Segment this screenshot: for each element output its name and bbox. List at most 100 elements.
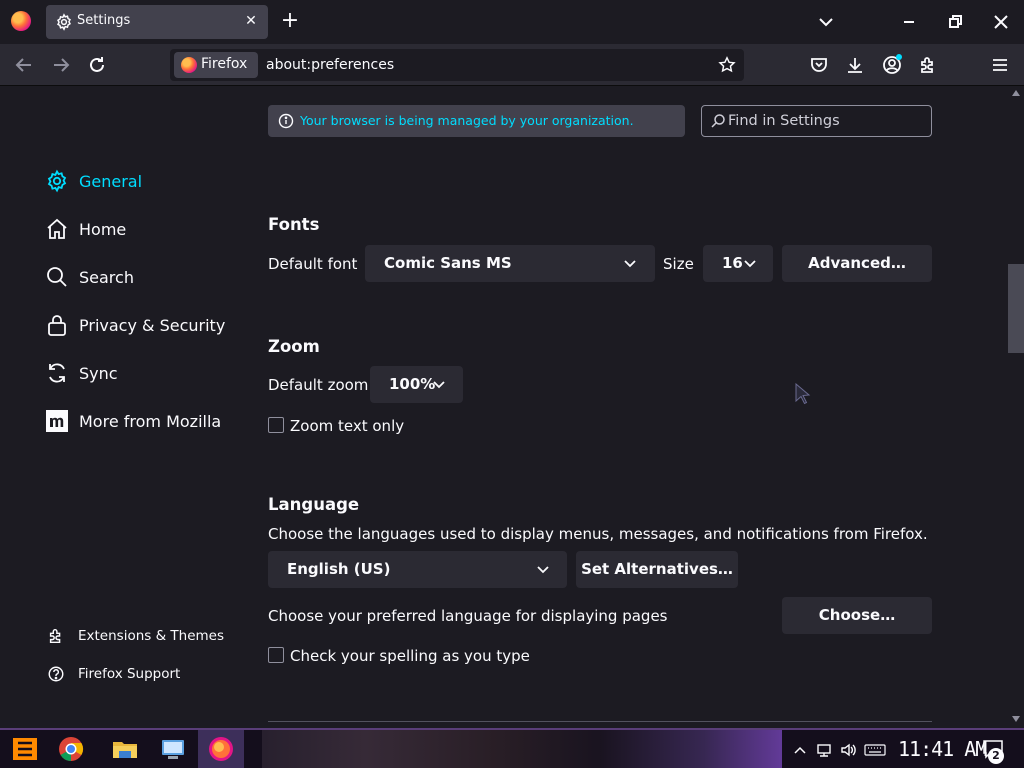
minimize-icon[interactable] [899,12,919,32]
notification-count-badge: 2 [988,748,1004,764]
extensions-themes-link[interactable]: Extensions & Themes [47,627,224,645]
policy-notice: Your browser is being managed by your or… [268,105,685,137]
font-size-value: 16 [722,254,743,272]
category-privacy[interactable]: Privacy & Security [45,308,225,342]
settings-page: Your browser is being managed by your or… [0,87,1024,728]
url-bar[interactable]: Firefox about:preferences [170,49,744,81]
choose-language-button[interactable]: Choose… [782,597,932,634]
default-font-label: Default font [268,255,358,273]
language-description: Choose the languages used to display men… [268,525,928,543]
tab-settings[interactable]: Settings ✕ [46,5,268,39]
language-dropdown[interactable]: English (US) [268,551,567,588]
scroll-down-arrow-icon[interactable] [1012,716,1020,722]
policy-link[interactable]: Your browser is being managed by your or… [300,113,634,128]
tab-strip: Settings ✕ + [0,0,1024,44]
new-tab-button[interactable]: + [278,9,302,33]
category-label: Sync [79,363,118,383]
search-icon [47,267,67,287]
forward-arrow-icon[interactable] [50,54,72,76]
chevron-down-icon [624,260,636,268]
chevron-down-icon [537,566,549,574]
close-window-icon[interactable] [991,12,1011,32]
search-icon [711,114,725,128]
this-pc-icon[interactable] [158,734,188,764]
zoom-heading: Zoom [268,337,320,356]
gear-icon [47,169,67,193]
sync-icon [49,363,65,383]
volume-icon[interactable] [840,743,856,757]
extensions-puzzle-icon[interactable] [918,55,938,75]
category-more-from-mozilla[interactable]: More from Mozilla [45,404,221,438]
scrollbar-thumb[interactable] [1008,264,1024,353]
category-general[interactable]: General [45,164,142,198]
category-home[interactable]: Home [45,212,126,246]
font-size-dropdown[interactable]: 16 [703,245,773,282]
spellcheck-label[interactable]: Check your spelling as you type [290,647,530,665]
keyboard-icon[interactable] [864,743,886,757]
download-icon[interactable] [845,55,865,75]
chevron-down-icon [744,260,756,268]
chevron-down-icon[interactable] [816,12,836,32]
find-in-settings[interactable] [701,105,932,137]
firefox-taskbar-icon[interactable] [206,734,236,764]
default-font-dropdown[interactable]: Comic Sans MS [365,245,655,282]
home-icon [47,218,67,239]
category-label: More from Mozilla [79,411,222,431]
network-icon[interactable] [816,743,832,757]
close-tab-icon[interactable]: ✕ [242,12,260,30]
bookmark-star-icon[interactable] [718,56,736,74]
chrome-icon[interactable] [56,734,86,764]
back-arrow-icon[interactable] [13,54,35,76]
category-label: Search [79,267,134,287]
taskbar-wallpaper-strip [262,730,782,768]
set-alternatives-button[interactable]: Set Alternatives… [576,551,738,588]
identity-label: Firefox [201,56,248,72]
default-font-value: Comic Sans MS [384,254,512,272]
language-heading: Language [268,495,360,514]
firefox-logo-icon[interactable] [11,11,31,31]
footer-label: Extensions & Themes [78,628,225,644]
font-size-label: Size [663,255,694,273]
firefox-icon [181,57,197,73]
page-scrollbar[interactable] [1008,87,1024,728]
fonts-heading: Fonts [268,215,320,234]
category-search[interactable]: Search [45,260,134,294]
category-sync[interactable]: Sync [45,356,118,390]
spellcheck-checkbox[interactable] [268,647,284,663]
section-divider [268,721,932,722]
search-input[interactable] [728,110,923,132]
tab-title: Settings [77,13,131,28]
advanced-fonts-button[interactable]: Advanced… [782,245,932,282]
puzzle-icon [49,629,61,644]
taskbar: 11:41 AM 2 [0,728,1024,768]
hamburger-menu-icon[interactable] [990,55,1010,75]
file-explorer-icon[interactable] [110,734,140,764]
identity-box[interactable]: Firefox [174,52,258,78]
mozilla-icon [46,410,68,432]
system-clock[interactable]: 11:41 AM [898,737,987,761]
tray-chevron-up-icon[interactable] [792,743,808,757]
chevron-down-icon [433,381,445,389]
scroll-up-arrow-icon[interactable] [1012,90,1020,96]
help-icon [48,666,64,682]
mouse-cursor-icon [795,383,811,405]
category-label: General [79,171,143,191]
navigation-toolbar: Firefox about:preferences [0,44,1024,86]
pocket-icon[interactable] [809,55,829,75]
firefox-support-link[interactable]: Firefox Support [47,665,180,683]
zoom-text-only-label[interactable]: Zoom text only [290,417,404,435]
gear-icon [57,13,71,31]
info-icon [278,113,294,129]
default-zoom-label: Default zoom [268,376,369,394]
lock-icon [48,315,66,336]
restore-icon[interactable] [945,12,965,32]
url-text[interactable]: about:preferences [266,57,394,73]
zoom-text-only-checkbox[interactable] [268,417,284,433]
start-menu-icon[interactable] [10,734,40,764]
reload-icon[interactable] [86,54,108,76]
footer-label: Firefox Support [78,666,181,682]
account-badge [896,54,902,60]
default-zoom-dropdown[interactable]: 100% [370,366,463,403]
page-language-label: Choose your preferred language for displ… [268,607,668,625]
category-label: Privacy & Security [79,315,226,335]
